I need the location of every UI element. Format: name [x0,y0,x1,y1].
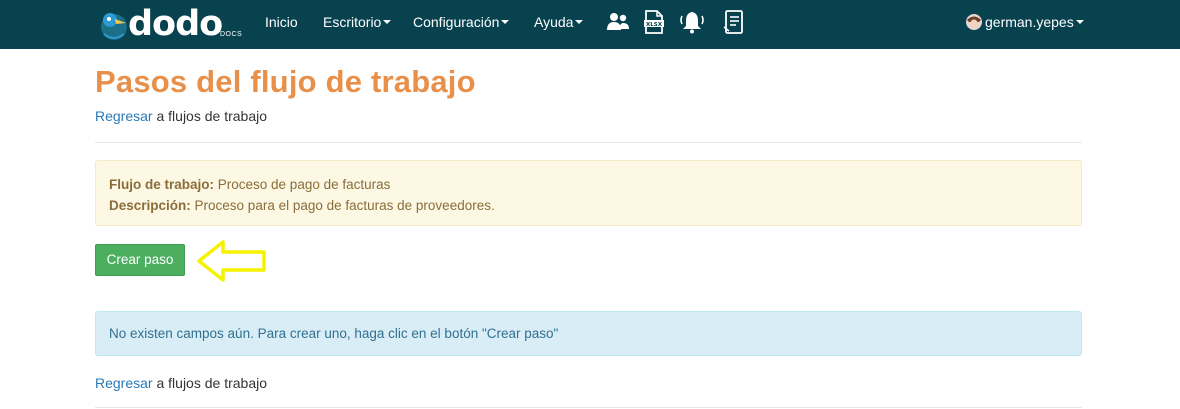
workflow-description-label: Descripción: [109,198,191,213]
top-navbar: dodo DOCS Inicio Escritorio Configuració… [0,0,1180,49]
back-link-row-bottom: Regresar a flujos de trabajo [95,375,267,391]
users-icon[interactable] [605,9,631,35]
brand-logo[interactable]: dodo DOCS [98,4,248,44]
workflow-description-line: Descripción: Proceso para el pago de fac… [109,195,1068,216]
divider [95,142,1082,143]
nav-escritorio-label: Escritorio [323,14,382,30]
back-link-text: a flujos de trabajo [152,108,267,124]
caret-down-icon [1075,20,1084,25]
back-link-row-top: Regresar a flujos de trabajo [95,108,267,124]
workflow-info-panel: Flujo de trabajo: Proceso de pago de fac… [95,160,1082,226]
document-list-icon[interactable] [721,9,747,35]
dodo-bird-icon [101,13,127,40]
workflow-description-value: Proceso para el pago de facturas de prov… [190,198,495,213]
back-link-text: a flujos de trabajo [152,375,267,391]
page-title: Pasos del flujo de trabajo [95,64,476,99]
caret-down-icon [501,20,510,25]
nav-ayuda-dropdown[interactable]: Ayuda [534,0,584,49]
workflow-name-value: Proceso de pago de facturas [214,177,391,192]
brand-wordmark: dodo [128,4,223,44]
nav-configuracion-dropdown[interactable]: Configuración [413,0,510,49]
annotation-arrow-icon [197,240,266,282]
caret-down-icon [383,20,392,25]
back-link[interactable]: Regresar [95,375,153,391]
empty-state-message: No existen campos aún. Para crear uno, h… [95,311,1082,356]
user-name: german.yepes [985,14,1074,30]
svg-text:XLSX: XLSX [646,22,663,28]
brand-subtitle: DOCS [220,31,243,38]
nav-inicio[interactable]: Inicio [265,0,298,49]
nav-inicio-label: Inicio [265,14,298,30]
workflow-name-line: Flujo de trabajo: Proceso de pago de fac… [109,174,1068,195]
divider [95,407,1082,408]
nav-configuracion-label: Configuración [413,14,500,30]
user-menu-dropdown[interactable]: german.yepes [966,0,1084,49]
nav-escritorio-dropdown[interactable]: Escritorio [323,0,392,49]
caret-down-icon [575,20,584,25]
create-step-button[interactable]: Crear paso [95,244,185,276]
back-link[interactable]: Regresar [95,108,153,124]
user-avatar-icon [966,13,982,30]
xlsx-file-icon[interactable]: XLSX [641,9,667,35]
bell-icon[interactable] [679,9,705,35]
nav-ayuda-label: Ayuda [534,14,574,30]
workflow-name-label: Flujo de trabajo: [109,177,215,192]
